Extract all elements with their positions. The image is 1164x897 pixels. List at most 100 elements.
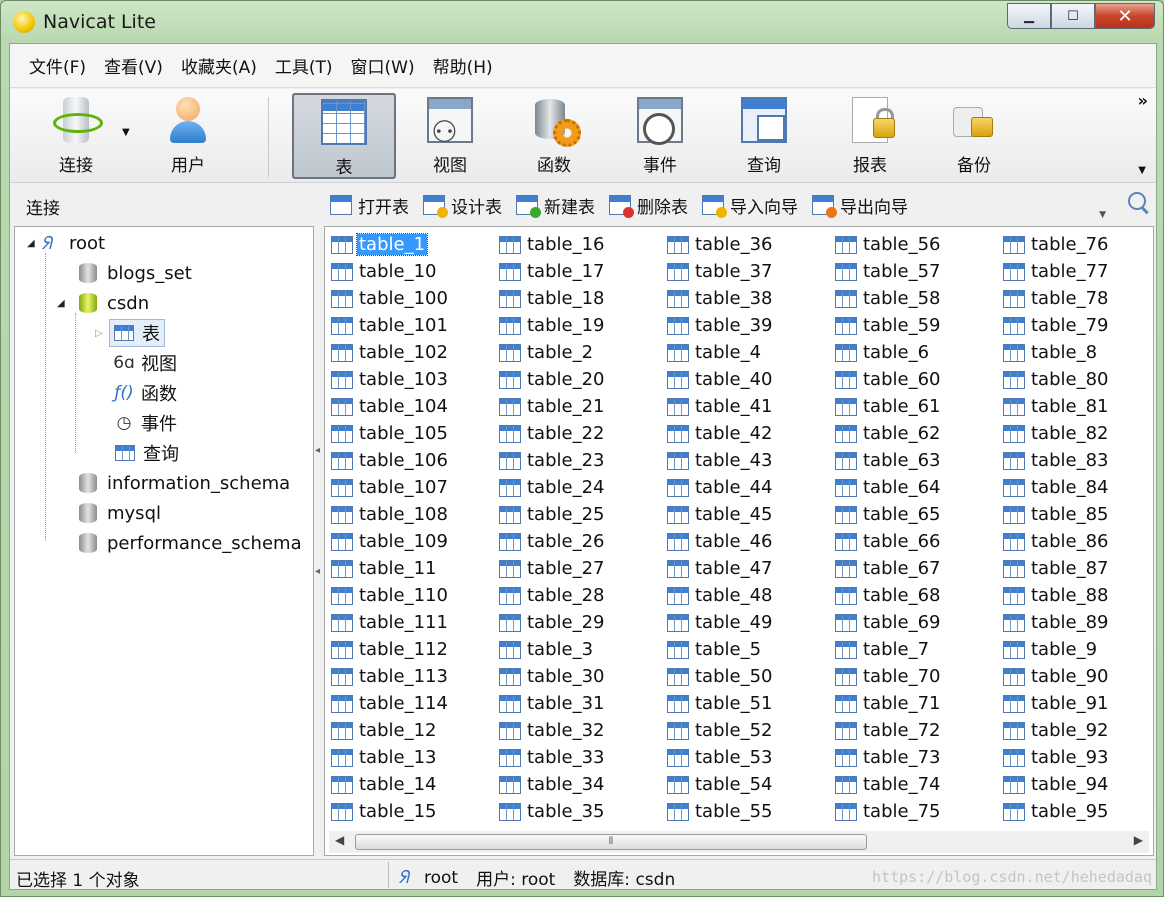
table-item[interactable]: table_95	[1003, 798, 1153, 825]
table-item[interactable]: table_35	[499, 798, 667, 825]
toolbar-report-button[interactable]: 报表	[818, 93, 922, 179]
open-table-button[interactable]: 打开表	[330, 193, 409, 218]
expand-arrow-icon[interactable]: ◢	[57, 298, 79, 309]
table-item[interactable]: table_70	[835, 663, 1003, 690]
tree-item-root[interactable]: ◢ ᖆ root	[27, 229, 105, 257]
table-item[interactable]: table_83	[1003, 447, 1153, 474]
table-item[interactable]: table_47	[667, 555, 835, 582]
toolbar-function-button[interactable]: 函数	[502, 93, 606, 179]
scrollbar-thumb[interactable]: ⦀	[355, 834, 867, 850]
table-item[interactable]: table_41	[667, 393, 835, 420]
table-item[interactable]: table_24	[499, 474, 667, 501]
table-item[interactable]: table_80	[1003, 366, 1153, 393]
tree-item-blogs-set[interactable]: blogs_set	[79, 259, 192, 287]
table-item[interactable]: table_12	[331, 717, 499, 744]
table-item[interactable]: table_19	[499, 312, 667, 339]
tree-item-queries[interactable]: 查询	[115, 439, 179, 467]
table-item[interactable]: table_44	[667, 474, 835, 501]
table-item[interactable]: table_78	[1003, 285, 1153, 312]
table-item[interactable]: table_53	[667, 744, 835, 771]
title-bar[interactable]: Navicat Lite ▁ ☐ ✕	[1, 1, 1163, 43]
table-item[interactable]: table_20	[499, 366, 667, 393]
table-item[interactable]: table_50	[667, 663, 835, 690]
table-item[interactable]: table_55	[667, 798, 835, 825]
table-item[interactable]: table_46	[667, 528, 835, 555]
table-item[interactable]: table_77	[1003, 258, 1153, 285]
maximize-button[interactable]: ☐	[1051, 3, 1095, 29]
tree-item-views[interactable]: 6ɑ 视图	[113, 349, 177, 377]
table-item[interactable]: table_56	[835, 231, 1003, 258]
table-item[interactable]: table_45	[667, 501, 835, 528]
table-item[interactable]: table_94	[1003, 771, 1153, 798]
table-item[interactable]: table_2	[499, 339, 667, 366]
collapse-arrow-icon[interactable]: ▷	[95, 328, 109, 339]
toolbar-options-icon[interactable]: ▼	[1138, 165, 1146, 176]
table-item[interactable]: table_74	[835, 771, 1003, 798]
toolbar-backup-button[interactable]: 备份	[922, 93, 1026, 179]
table-item[interactable]: table_73	[835, 744, 1003, 771]
table-item[interactable]: table_31	[499, 690, 667, 717]
table-item[interactable]: table_90	[1003, 663, 1153, 690]
table-item[interactable]: table_25	[499, 501, 667, 528]
table-item[interactable]: table_9	[1003, 636, 1153, 663]
tree-item-performance-schema[interactable]: performance_schema	[79, 529, 302, 557]
table-item[interactable]: table_107	[331, 474, 499, 501]
table-item[interactable]: table_38	[667, 285, 835, 312]
table-item[interactable]: table_26	[499, 528, 667, 555]
table-item[interactable]: table_85	[1003, 501, 1153, 528]
new-table-button[interactable]: 新建表	[516, 193, 595, 218]
toolbar-event-button[interactable]: 事件	[608, 93, 712, 179]
tree-item-functions[interactable]: ƒ() 函数	[113, 379, 177, 407]
menu-window[interactable]: 窗口(W)	[342, 53, 424, 78]
table-item[interactable]: table_49	[667, 609, 835, 636]
toolbar-overflow-button[interactable]: »	[1138, 91, 1148, 110]
table-item[interactable]: table_13	[331, 744, 499, 771]
table-item[interactable]: table_75	[835, 798, 1003, 825]
table-item[interactable]: table_71	[835, 690, 1003, 717]
table-item[interactable]: table_58	[835, 285, 1003, 312]
table-item[interactable]: table_113	[331, 663, 499, 690]
tree-item-events[interactable]: ◷ 事件	[113, 409, 177, 437]
table-item[interactable]: table_102	[331, 339, 499, 366]
table-item[interactable]: table_52	[667, 717, 835, 744]
import-wizard-button[interactable]: 导入向导	[702, 193, 798, 218]
table-item[interactable]: table_7	[835, 636, 1003, 663]
table-item[interactable]: table_89	[1003, 609, 1153, 636]
table-item[interactable]: table_10	[331, 258, 499, 285]
table-item[interactable]: table_6	[835, 339, 1003, 366]
table-item[interactable]: table_43	[667, 447, 835, 474]
expand-arrow-icon[interactable]: ◢	[27, 238, 41, 249]
table-item[interactable]: table_104	[331, 393, 499, 420]
table-item[interactable]: table_11	[331, 555, 499, 582]
table-item[interactable]: table_110	[331, 582, 499, 609]
table-item[interactable]: table_100	[331, 285, 499, 312]
table-item[interactable]: table_86	[1003, 528, 1153, 555]
table-item[interactable]: table_48	[667, 582, 835, 609]
table-item[interactable]: table_15	[331, 798, 499, 825]
table-item[interactable]: table_65	[835, 501, 1003, 528]
scroll-right-icon[interactable]: ▶	[1134, 833, 1143, 847]
table-item[interactable]: table_109	[331, 528, 499, 555]
table-item[interactable]: table_42	[667, 420, 835, 447]
table-item[interactable]: table_68	[835, 582, 1003, 609]
table-item[interactable]: table_87	[1003, 555, 1153, 582]
export-wizard-button[interactable]: 导出向导	[812, 193, 908, 218]
tree-item-csdn[interactable]: ◢ csdn	[57, 289, 149, 317]
table-item[interactable]: table_84	[1003, 474, 1153, 501]
table-item[interactable]: table_37	[667, 258, 835, 285]
table-item[interactable]: table_112	[331, 636, 499, 663]
delete-table-button[interactable]: 删除表	[609, 193, 688, 218]
toolbar-table-button[interactable]: 表	[292, 93, 396, 179]
view-options-icon[interactable]: ▼	[1099, 210, 1106, 220]
table-item[interactable]: table_101	[331, 312, 499, 339]
horizontal-scrollbar[interactable]: ◀ ⦀ ▶	[329, 831, 1149, 853]
table-item[interactable]: table_72	[835, 717, 1003, 744]
table-item[interactable]: table_106	[331, 447, 499, 474]
table-item[interactable]: table_67	[835, 555, 1003, 582]
toolbar-view-button[interactable]: 视图	[398, 93, 502, 179]
search-icon[interactable]	[1128, 192, 1150, 214]
table-item[interactable]: table_40	[667, 366, 835, 393]
tree-item-tables[interactable]: ▷ 表	[95, 319, 165, 347]
minimize-button[interactable]: ▁	[1007, 3, 1051, 29]
table-item[interactable]: table_39	[667, 312, 835, 339]
